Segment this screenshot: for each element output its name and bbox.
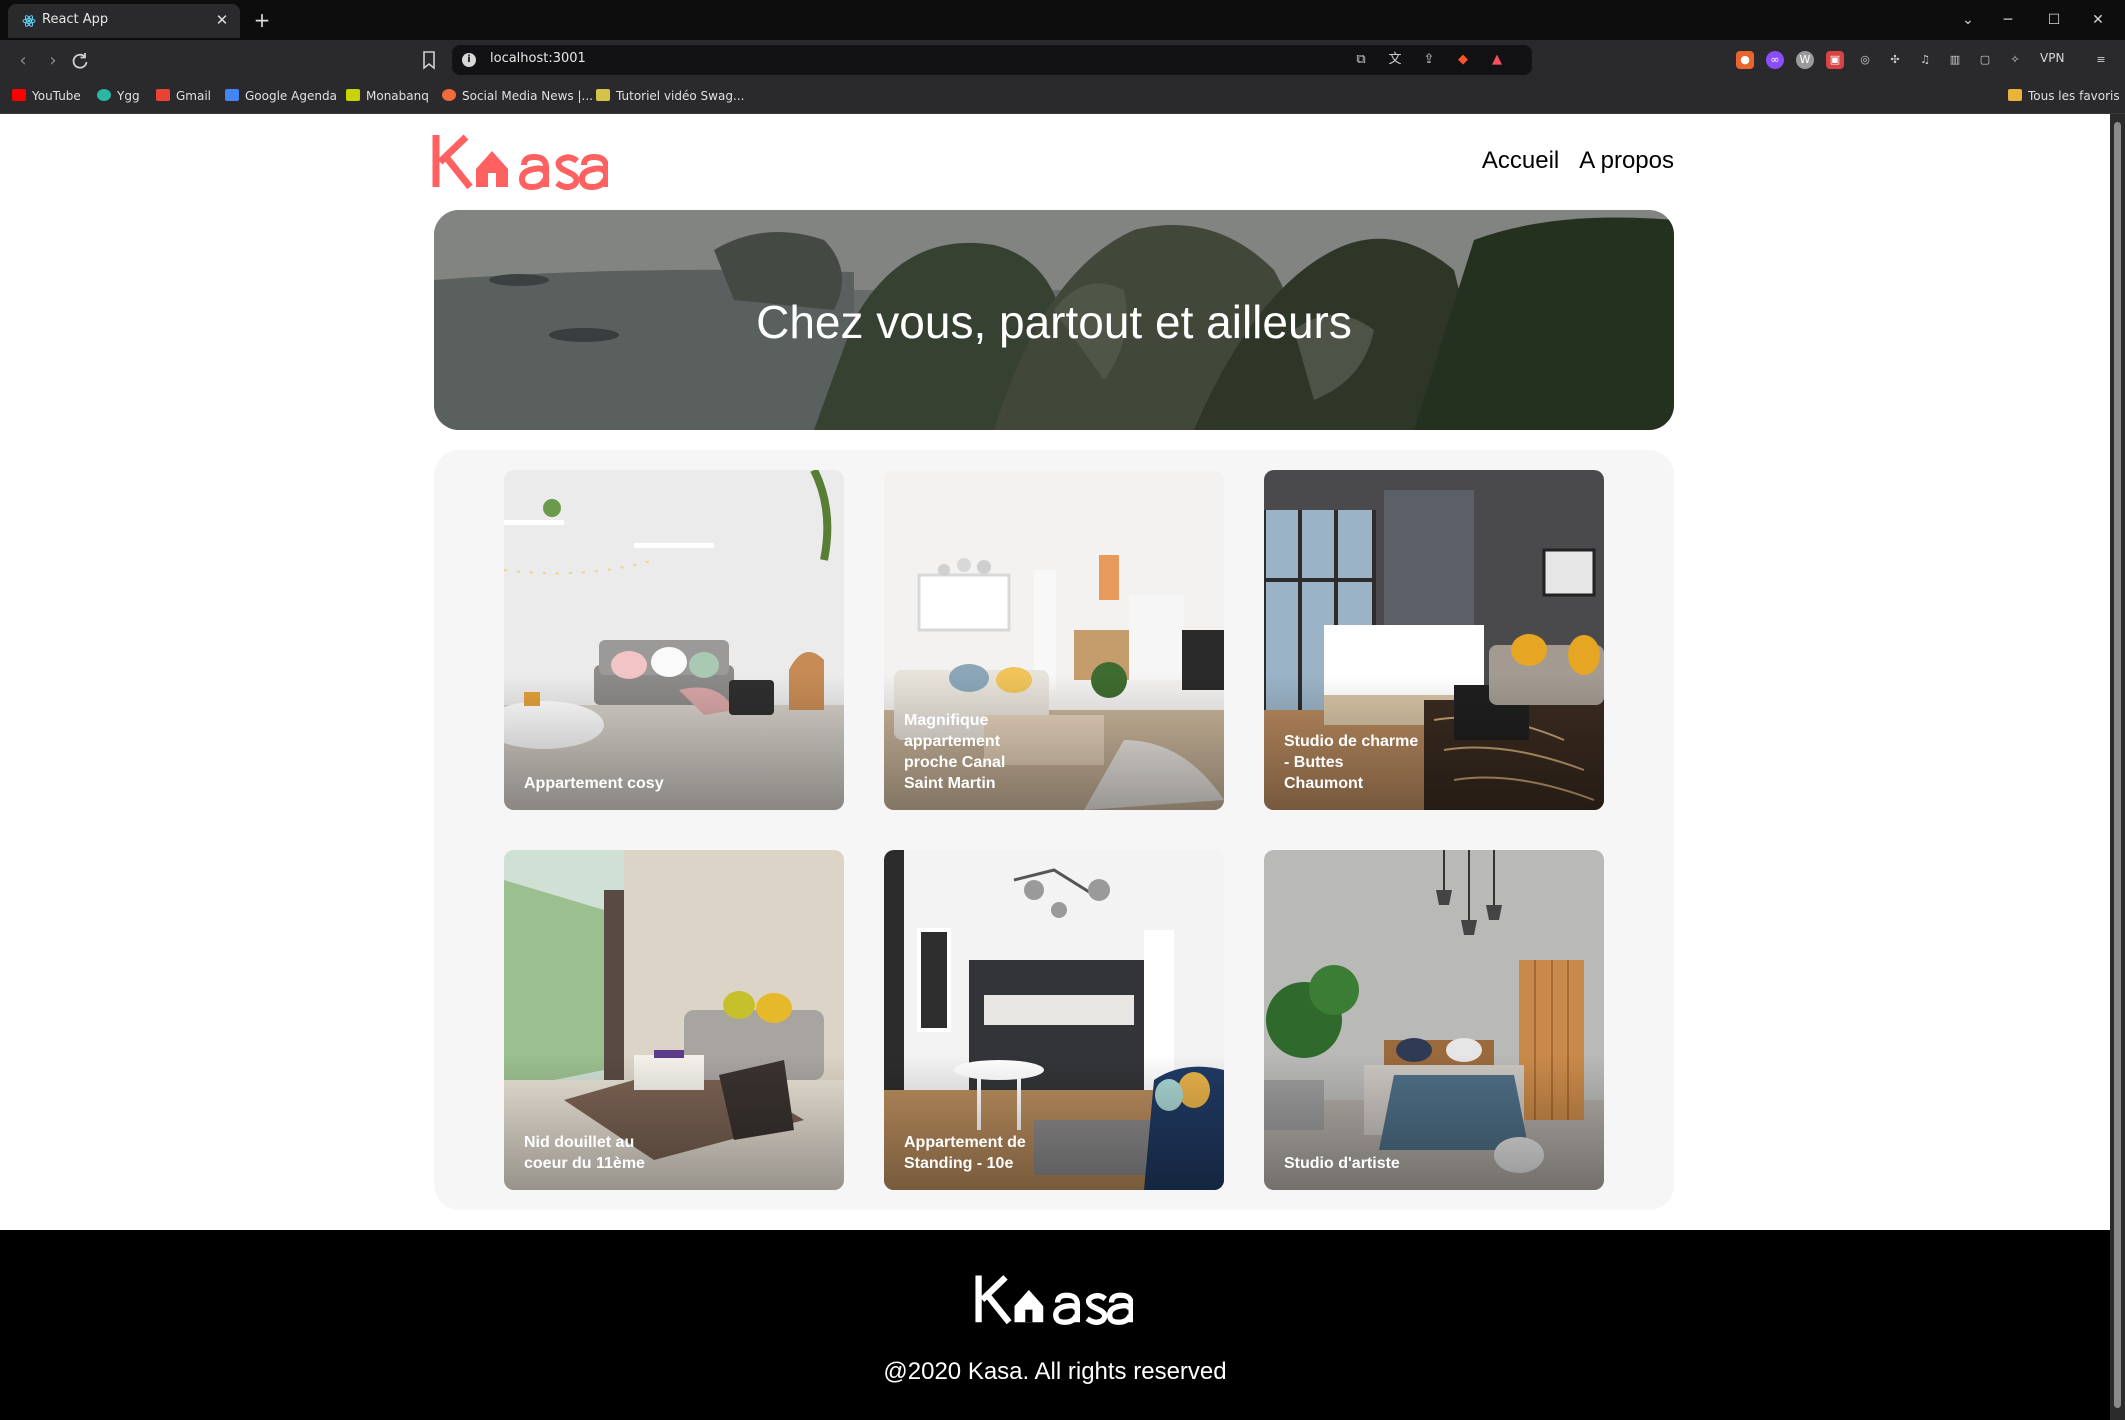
tab-title: React App xyxy=(42,12,109,27)
vpn-button[interactable]: VPN xyxy=(2040,51,2064,65)
ygg-icon xyxy=(97,89,111,101)
browser-tab[interactable]: React App ✕ xyxy=(8,4,240,38)
back-icon[interactable]: ‹ xyxy=(10,48,36,74)
url-text[interactable]: localhost:3001 xyxy=(490,51,586,66)
card-title: Appartement cosy xyxy=(524,775,664,792)
hero-banner: Chez vous, partout et ailleurs xyxy=(434,210,1674,430)
scrollbar-thumb[interactable] xyxy=(2114,122,2121,1408)
bookmark-label: Gmail xyxy=(176,89,212,103)
close-window-button[interactable]: ✕ xyxy=(2084,8,2112,32)
extension-icon[interactable]: ● xyxy=(1736,51,1754,69)
kasa-footer-logo xyxy=(975,1275,1133,1325)
listing-card[interactable]: Nid douillet au coeur du 11ème xyxy=(504,850,844,1190)
extension-icon[interactable]: ▣ xyxy=(1826,51,1844,69)
browser-tab-bar: React App ✕ + ⌄ ─ ☐ ✕ xyxy=(0,0,2125,40)
bookmark-label: Tutoriel vidéo Swag... xyxy=(616,89,745,103)
tab-search-icon[interactable]: ⌄ xyxy=(1954,8,1982,32)
page-viewport: Accueil A propos Chez vous, partout et a… xyxy=(0,114,2110,1420)
address-bar[interactable]: i localhost:3001 ⧉ 文 ⇪ ◆ ▲ xyxy=(452,45,1532,75)
tutorial-icon xyxy=(596,89,610,101)
all-bookmarks[interactable]: Tous les favoris xyxy=(2008,89,2120,105)
bookmark-label: Google Agenda xyxy=(245,89,337,103)
listing-card[interactable]: Magnifique appartement proche Canal Sain… xyxy=(884,470,1224,810)
card-title: Studio d'artiste xyxy=(1284,1155,1400,1172)
calendar-icon xyxy=(225,89,239,101)
bookmark-label: Social Media News |... xyxy=(462,89,593,103)
news-icon xyxy=(442,89,456,101)
leo-ai-icon[interactable]: ✧ xyxy=(2006,51,2024,69)
bookmark-tutoriel[interactable]: Tutoriel vidéo Swag... xyxy=(596,89,744,105)
listing-card[interactable]: Studio de charme - Buttes Chaumont xyxy=(1264,470,1604,810)
puzzle-icon[interactable]: ✣ xyxy=(1886,51,1904,69)
extension-icon[interactable]: ◎ xyxy=(1856,51,1874,69)
card-gradient xyxy=(1264,850,1604,1190)
youtube-icon xyxy=(12,89,26,101)
bookmark-youtube[interactable]: YouTube xyxy=(12,89,81,105)
site-footer: @2020 Kasa. All rights reserved xyxy=(0,1230,2110,1420)
translate-icon[interactable]: 文 xyxy=(1386,51,1404,69)
brave-rewards-icon[interactable]: ▲ xyxy=(1488,51,1506,69)
bookmark-social-media-news[interactable]: Social Media News |... xyxy=(442,89,593,105)
bookmark-page-icon[interactable] xyxy=(418,48,440,72)
listing-card[interactable]: Appartement de Standing - 10e xyxy=(884,850,1224,1190)
listings-gallery: Appartement cosy Magnifique appartement … xyxy=(434,450,1674,1210)
open-in-app-icon[interactable]: ⧉ xyxy=(1352,51,1370,69)
tab-close-icon[interactable]: ✕ xyxy=(212,10,232,30)
music-icon[interactable]: ♫ xyxy=(1916,51,1934,69)
maximize-button[interactable]: ☐ xyxy=(2040,8,2068,32)
extension-icon[interactable]: W xyxy=(1796,51,1814,69)
listing-card[interactable]: Studio d'artiste xyxy=(1264,850,1604,1190)
extension-icon[interactable]: ∞ xyxy=(1766,51,1784,69)
footer-copyright: @2020 Kasa. All rights reserved xyxy=(883,1358,1227,1385)
reload-icon[interactable] xyxy=(70,51,90,71)
brave-shield-icon[interactable]: ◆ xyxy=(1454,51,1472,69)
react-icon xyxy=(22,15,36,27)
share-icon[interactable]: ⇪ xyxy=(1420,51,1438,69)
kasa-logo[interactable] xyxy=(432,129,608,191)
bookmark-monabanq[interactable]: Monabanq xyxy=(346,89,429,105)
card-title: Nid douillet au coeur du 11ème xyxy=(524,1134,645,1172)
bookmarks-bar: YouTube Ygg Gmail Google Agenda Monabanq… xyxy=(0,80,2125,114)
gmail-icon xyxy=(156,89,170,101)
bookmark-label: Tous les favoris xyxy=(2028,89,2120,103)
wallet-icon[interactable]: ▢ xyxy=(1976,51,1994,69)
banner-title: Chez vous, partout et ailleurs xyxy=(756,296,1352,348)
sidebar-icon[interactable]: ▥ xyxy=(1946,51,1964,69)
main-nav: Accueil A propos xyxy=(1482,147,1674,175)
nav-link-a-propos[interactable]: A propos xyxy=(1579,147,1674,175)
nav-link-accueil[interactable]: Accueil xyxy=(1482,147,1559,175)
listing-card[interactable]: Appartement cosy xyxy=(504,470,844,810)
browser-toolbar: ‹ › i localhost:3001 ⧉ 文 ⇪ ◆ ▲ ● ∞ W ▣ ◎… xyxy=(0,40,2125,80)
bookmark-label: YouTube xyxy=(32,89,81,103)
folder-icon xyxy=(2008,89,2022,101)
monabanq-icon xyxy=(346,89,360,101)
bookmark-ygg[interactable]: Ygg xyxy=(97,89,140,105)
page-scrollbar[interactable] xyxy=(2110,114,2125,1420)
minimize-button[interactable]: ─ xyxy=(1994,8,2022,32)
site-info-icon[interactable]: i xyxy=(462,53,476,67)
forward-icon[interactable]: › xyxy=(40,48,66,74)
bookmark-google-agenda[interactable]: Google Agenda xyxy=(225,89,337,105)
card-gradient xyxy=(504,470,844,810)
bookmark-label: Ygg xyxy=(117,89,140,103)
card-title: Appartement de Standing - 10e xyxy=(904,1134,1026,1172)
card-title: Magnifique appartement proche Canal Sain… xyxy=(904,712,1006,792)
bookmark-label: Monabanq xyxy=(366,89,429,103)
new-tab-button[interactable]: + xyxy=(250,8,274,32)
bookmark-gmail[interactable]: Gmail xyxy=(156,89,211,105)
card-title: Studio de charme - Buttes Chaumont xyxy=(1284,733,1419,792)
menu-icon[interactable]: ≡ xyxy=(2092,51,2110,69)
